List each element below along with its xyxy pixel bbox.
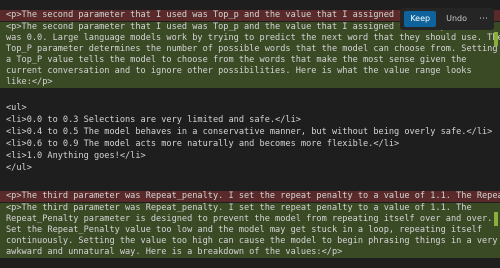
code-line: <li>0.0 to 0.3 Selections are very limit… xyxy=(6,115,301,125)
added-line: Top_P parameter determines the number of… xyxy=(0,44,500,55)
keep-button[interactable]: Keep xyxy=(404,11,437,27)
added-line: like:</p> xyxy=(0,77,500,88)
scroll-change-marker xyxy=(494,32,498,46)
added-line: awkward and unnatural way. Here is a bre… xyxy=(0,247,500,258)
added-line: Repeat_Penalty parameter is designed to … xyxy=(0,214,500,225)
scroll-change-marker xyxy=(494,212,498,226)
undo-button[interactable]: Undo xyxy=(442,11,471,27)
added-line: <p>The third parameter was Repeat_penalt… xyxy=(0,203,500,214)
code-editor[interactable]: <p>The second parameter that I used was … xyxy=(0,0,500,268)
code-line: <li>1.0 Anything goes!</li> xyxy=(6,151,146,161)
added-line: continuously. Setting the value too high… xyxy=(0,236,500,247)
code-line: <ul> xyxy=(6,103,27,113)
added-line: current conversation and to ignore other… xyxy=(0,66,500,77)
added-line: was 0.0. Large language models work by t… xyxy=(0,33,500,44)
code-line: <li>0.4 to 0.5 The model behaves in a co… xyxy=(6,127,493,137)
added-line: a Top_P value tells the model to choose … xyxy=(0,55,500,66)
inline-diff-toolbar: Keep Undo ⋯ xyxy=(400,8,494,30)
code-line: <li>0.6 to 0.9 The model acts more natur… xyxy=(6,139,400,149)
ellipsis-icon[interactable]: ⋯ xyxy=(477,12,490,26)
code-line: </ul> xyxy=(6,163,32,173)
removed-line: <p>The third parameter was Repeat_penalt… xyxy=(0,191,500,202)
added-line: Set the Repeat_Penalty value too low and… xyxy=(0,225,500,236)
